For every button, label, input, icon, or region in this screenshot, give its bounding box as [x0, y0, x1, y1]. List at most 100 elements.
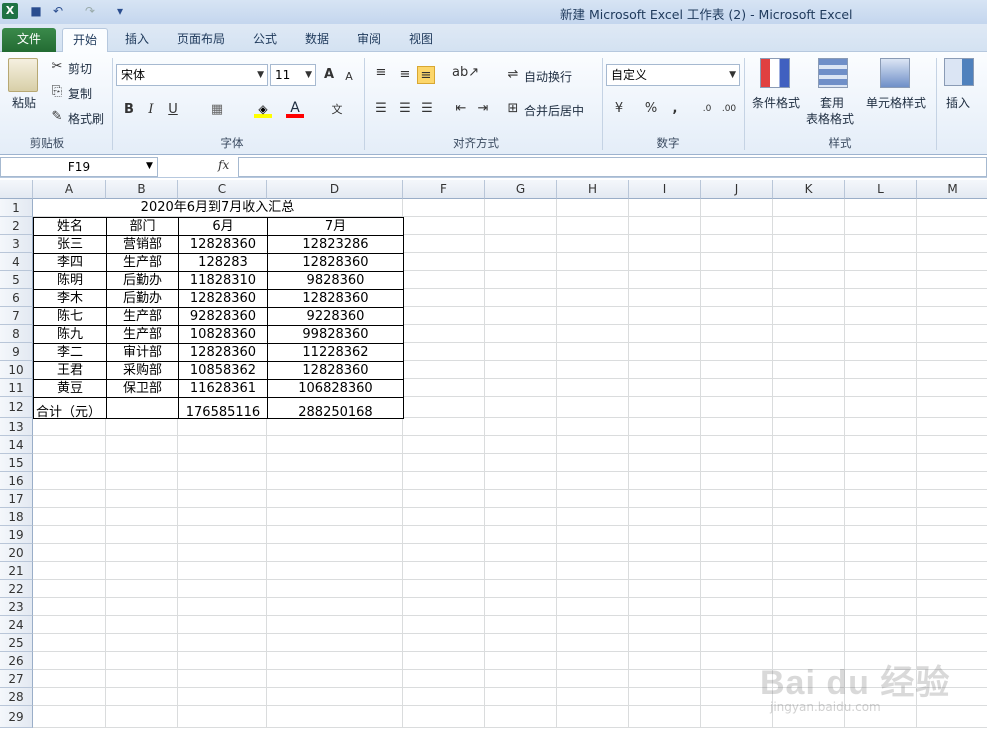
- grid-cell[interactable]: [178, 508, 267, 526]
- table-cell[interactable]: 李木: [33, 289, 107, 308]
- grid-cell[interactable]: [485, 343, 557, 361]
- table-cell[interactable]: 11628361: [178, 379, 268, 398]
- paste-icon[interactable]: [8, 58, 38, 92]
- align-left-icon[interactable]: ☰: [372, 100, 390, 118]
- grid-cell[interactable]: [701, 580, 773, 598]
- grid-cell[interactable]: [106, 598, 178, 616]
- grid-cell[interactable]: [178, 598, 267, 616]
- phonetic-icon[interactable]: 文: [328, 101, 346, 119]
- grid-cell[interactable]: [845, 235, 917, 253]
- row-header[interactable]: 20: [0, 544, 33, 562]
- grid-cell[interactable]: [403, 271, 485, 289]
- grid-cell[interactable]: [701, 472, 773, 490]
- grid-cell[interactable]: [403, 454, 485, 472]
- underline-button[interactable]: U: [164, 101, 182, 119]
- grid-cell[interactable]: [557, 289, 629, 307]
- grid-cell[interactable]: [701, 634, 773, 652]
- table-cell[interactable]: 生产部: [106, 253, 179, 272]
- borders-icon[interactable]: ▦: [208, 101, 226, 119]
- grid-cell[interactable]: [557, 670, 629, 688]
- table-cell[interactable]: 12828360: [267, 253, 404, 272]
- grid-cell[interactable]: [267, 418, 403, 436]
- table-cell[interactable]: 陈九: [33, 325, 107, 344]
- row-header[interactable]: 24: [0, 616, 33, 634]
- grid-cell[interactable]: [557, 307, 629, 325]
- grid-cell[interactable]: [629, 526, 701, 544]
- grid-cell[interactable]: [701, 343, 773, 361]
- grid-cell[interactable]: [701, 217, 773, 235]
- save-icon[interactable]: ■: [28, 3, 44, 19]
- grid-cell[interactable]: [629, 454, 701, 472]
- grid-cell[interactable]: [106, 580, 178, 598]
- format-table-button[interactable]: 表格格式: [806, 110, 854, 127]
- row-header[interactable]: 29: [0, 706, 33, 728]
- grid-cell[interactable]: [178, 490, 267, 508]
- grid-cell[interactable]: [629, 325, 701, 343]
- grid-cell[interactable]: [485, 217, 557, 235]
- table-cell[interactable]: 10858362: [178, 361, 268, 380]
- grid-cell[interactable]: [845, 343, 917, 361]
- grid-cell[interactable]: [557, 361, 629, 379]
- tab-review[interactable]: 审阅: [352, 28, 386, 52]
- grid-cell[interactable]: [178, 688, 267, 706]
- grid-cell[interactable]: [917, 199, 987, 217]
- table-cell[interactable]: 陈明: [33, 271, 107, 290]
- grid-cell[interactable]: [701, 436, 773, 454]
- grid-cell[interactable]: [917, 526, 987, 544]
- grid-cell[interactable]: [485, 307, 557, 325]
- grid-cell[interactable]: [917, 544, 987, 562]
- grid-cell[interactable]: [629, 379, 701, 397]
- row-header[interactable]: 14: [0, 436, 33, 454]
- grid-cell[interactable]: [845, 307, 917, 325]
- grid-cell[interactable]: [485, 580, 557, 598]
- grid-cell[interactable]: [403, 361, 485, 379]
- tab-home[interactable]: 开始: [62, 28, 108, 52]
- total-cell[interactable]: 合计（元）: [33, 397, 107, 420]
- tab-formulas[interactable]: 公式: [248, 28, 282, 52]
- grid-cell[interactable]: [773, 253, 845, 271]
- row-header[interactable]: 1: [0, 199, 33, 217]
- grid-cell[interactable]: [845, 379, 917, 397]
- grid-cell[interactable]: [403, 580, 485, 598]
- grid-cell[interactable]: [917, 343, 987, 361]
- grid-cell[interactable]: [557, 454, 629, 472]
- table-cell[interactable]: 生产部: [106, 325, 179, 344]
- grid-cell[interactable]: [917, 379, 987, 397]
- grid-cell[interactable]: [557, 490, 629, 508]
- table-cell[interactable]: 12828360: [178, 235, 268, 254]
- grid-cell[interactable]: [629, 235, 701, 253]
- grid-cell[interactable]: [557, 526, 629, 544]
- grid-cell[interactable]: [33, 598, 106, 616]
- redo-icon[interactable]: ↷: [82, 3, 98, 19]
- grid-cell[interactable]: [773, 325, 845, 343]
- grid-cell[interactable]: [629, 361, 701, 379]
- grid-cell[interactable]: [403, 472, 485, 490]
- grid-cell[interactable]: [403, 562, 485, 580]
- row-header[interactable]: 25: [0, 634, 33, 652]
- customize-qat-icon[interactable]: ▾: [112, 3, 128, 19]
- grid-cell[interactable]: [917, 508, 987, 526]
- grid-cell[interactable]: [403, 670, 485, 688]
- grid-cell[interactable]: [267, 490, 403, 508]
- grid-cell[interactable]: [845, 454, 917, 472]
- grid-cell[interactable]: [845, 217, 917, 235]
- grid-cell[interactable]: [403, 634, 485, 652]
- row-header[interactable]: 22: [0, 580, 33, 598]
- grid-cell[interactable]: [33, 562, 106, 580]
- grid-cell[interactable]: [178, 652, 267, 670]
- row-header[interactable]: 8: [0, 325, 33, 343]
- grid-cell[interactable]: [485, 472, 557, 490]
- grid-cell[interactable]: [845, 508, 917, 526]
- grid-cell[interactable]: [629, 562, 701, 580]
- grid-cell[interactable]: [485, 526, 557, 544]
- grid-cell[interactable]: [557, 472, 629, 490]
- grid-cell[interactable]: [557, 235, 629, 253]
- grid-cell[interactable]: [845, 580, 917, 598]
- grid-cell[interactable]: [33, 472, 106, 490]
- grid-cell[interactable]: [557, 325, 629, 343]
- decrease-indent-icon[interactable]: ⇤: [452, 100, 470, 118]
- grid-cell[interactable]: [485, 490, 557, 508]
- table-cell[interactable]: 9228360: [267, 307, 404, 326]
- grid-cell[interactable]: [106, 472, 178, 490]
- grid-cell[interactable]: [33, 634, 106, 652]
